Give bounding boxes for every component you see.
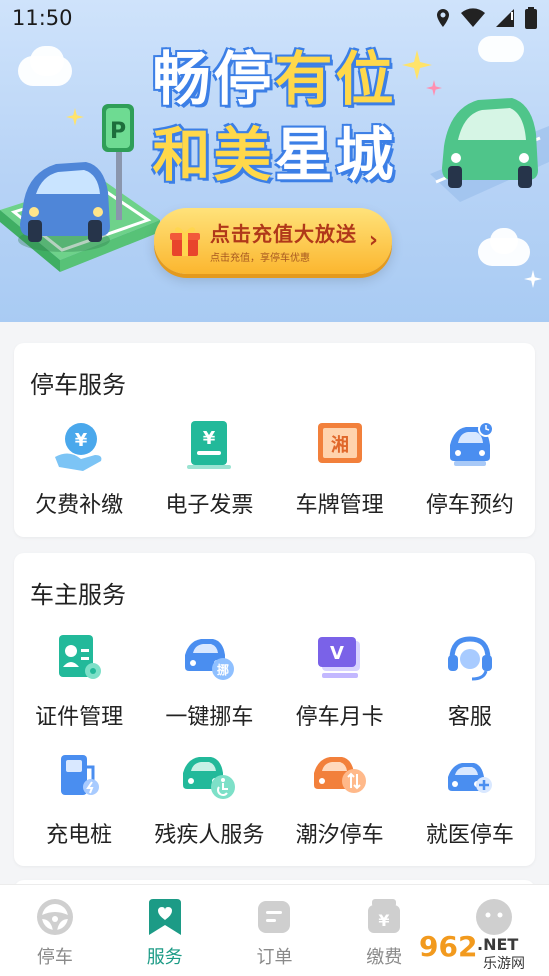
headline-text: 星城 bbox=[274, 121, 397, 189]
service-customer-service[interactable]: 客服 bbox=[405, 627, 535, 745]
service-label: 电子发票 bbox=[165, 493, 254, 518]
service-monthly-card[interactable]: V 停车月卡 bbox=[275, 627, 405, 745]
tidal-parking-icon bbox=[313, 757, 366, 793]
plate-management-icon: 湘 bbox=[317, 423, 362, 463]
move-car-icon: 挪 bbox=[185, 639, 235, 680]
service-label: 证件管理 bbox=[35, 705, 124, 730]
service-e-invoice[interactable]: ¥ 电子发票 bbox=[144, 415, 274, 533]
sparkle-icon bbox=[524, 270, 542, 288]
service-label: 车牌管理 bbox=[295, 493, 384, 518]
service-label: 停车月卡 bbox=[295, 705, 384, 730]
recharge-promo-button[interactable]: 点击充值大放送 点击充值，享停车优惠 › bbox=[154, 208, 392, 274]
service-label: 充电桩 bbox=[46, 823, 113, 848]
section-title: 停车服务 bbox=[30, 371, 126, 399]
customer-service-icon bbox=[447, 636, 492, 681]
signal-icon bbox=[496, 9, 514, 27]
wifi-icon bbox=[461, 8, 485, 27]
section-title: 车主服务 bbox=[30, 581, 126, 609]
order-icon bbox=[258, 901, 291, 933]
parking-reservation-icon bbox=[449, 421, 494, 466]
status-time: 11:50 bbox=[12, 6, 73, 30]
svg-text:¥: ¥ bbox=[203, 428, 216, 449]
service-document-management[interactable]: 证件管理 bbox=[14, 627, 144, 745]
battery-icon bbox=[525, 7, 537, 29]
service-label: 就医停车 bbox=[425, 823, 514, 848]
e-invoice-icon: ¥ bbox=[187, 421, 232, 469]
svg-text:湘: 湘 bbox=[331, 434, 349, 456]
promo-title: 点击充值大放送 bbox=[210, 222, 357, 246]
service-label: 客服 bbox=[447, 705, 492, 730]
tab-orders[interactable]: 订单 bbox=[220, 885, 330, 976]
service-label: 潮汐停车 bbox=[295, 823, 384, 848]
charging-pile-icon bbox=[61, 755, 100, 795]
payment-icon: ¥ bbox=[368, 899, 401, 933]
service-hospital-parking[interactable]: 就医停车 bbox=[405, 745, 535, 863]
service-arrears-payment[interactable]: ¥ 欠费补缴 bbox=[14, 415, 144, 533]
service-charging-pile[interactable]: 充电桩 bbox=[14, 745, 144, 863]
cloud-decoration bbox=[490, 228, 518, 254]
banner-headline-line2: 和美星城 bbox=[0, 108, 549, 192]
location-icon bbox=[437, 9, 449, 27]
headline-text: 畅停 bbox=[152, 45, 275, 113]
arrears-payment-icon: ¥ bbox=[55, 423, 102, 471]
watermark-logo: 962 .NET 乐游网 bbox=[419, 930, 525, 972]
hospital-parking-icon bbox=[447, 763, 492, 793]
service-plate-management[interactable]: 湘 车牌管理 bbox=[275, 415, 405, 533]
monthly-card-badge: V bbox=[330, 643, 344, 664]
service-bookmark-icon bbox=[148, 899, 181, 935]
service-move-car[interactable]: 挪 一键挪车 bbox=[144, 627, 274, 745]
service-label: 停车预约 bbox=[425, 493, 514, 518]
svg-text:.NET: .NET bbox=[477, 935, 518, 954]
headline-text-highlight: 和美 bbox=[152, 121, 275, 189]
top-banner[interactable]: 11:50 P 畅停有位 和美星城 点击充值大放送 点击充值，享停车优惠 › bbox=[0, 0, 549, 322]
chevron-right-icon: › bbox=[368, 228, 378, 253]
service-label: 欠费补缴 bbox=[35, 493, 124, 518]
steering-wheel-icon bbox=[36, 899, 73, 935]
headline-text-highlight: 有位 bbox=[274, 45, 397, 113]
document-management-icon bbox=[59, 635, 102, 679]
tab-label: 服务 bbox=[146, 947, 183, 968]
gift-icon bbox=[170, 227, 200, 256]
service-tidal-parking[interactable]: 潮汐停车 bbox=[275, 745, 405, 863]
owner-services-card: 车主服务 证件管理 挪 一键挪车 V 停车月卡 客服 充电桩 残疾人服务 潮汐停… bbox=[14, 553, 535, 866]
svg-text:乐游网: 乐游网 bbox=[483, 956, 525, 972]
disabled-service-icon bbox=[183, 757, 236, 799]
parking-services-card: 停车服务 ¥ 欠费补缴 ¥ 电子发票 湘 车牌管理 停车预约 bbox=[14, 343, 535, 537]
status-bar: 11:50 bbox=[0, 0, 549, 36]
tab-label: 停车 bbox=[36, 947, 73, 968]
banner-headline-line1: 畅停有位 bbox=[0, 32, 549, 116]
service-label: 一键挪车 bbox=[165, 705, 254, 730]
tab-label: 缴费 bbox=[366, 947, 403, 968]
move-car-badge: 挪 bbox=[217, 662, 229, 677]
svg-text:¥: ¥ bbox=[75, 430, 88, 451]
svg-text:962: 962 bbox=[419, 930, 477, 963]
svg-text:¥: ¥ bbox=[379, 911, 390, 930]
monthly-card-icon: V bbox=[317, 637, 360, 678]
tab-service[interactable]: 服务 bbox=[110, 885, 220, 976]
service-label: 残疾人服务 bbox=[154, 823, 265, 848]
tab-parking[interactable]: 停车 bbox=[0, 885, 110, 976]
service-parking-reservation[interactable]: 停车预约 bbox=[405, 415, 535, 533]
promo-subtitle: 点击充值，享停车优惠 bbox=[210, 253, 310, 264]
tab-label: 订单 bbox=[256, 947, 293, 968]
service-disabled-service[interactable]: 残疾人服务 bbox=[144, 745, 274, 863]
